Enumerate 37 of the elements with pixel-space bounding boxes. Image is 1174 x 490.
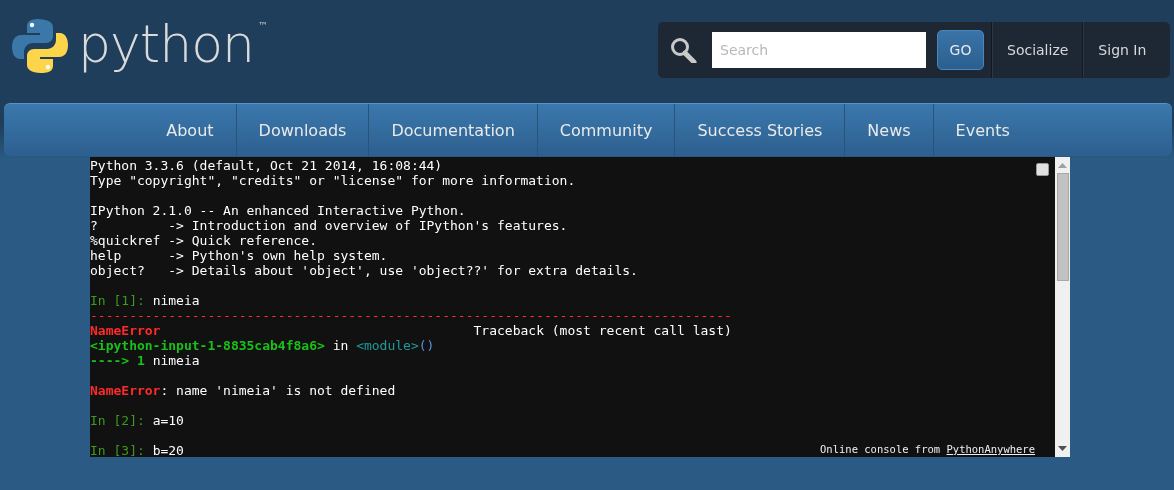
scroll-up-arrow-icon[interactable] — [1058, 163, 1067, 168]
credit-link[interactable]: PythonAnywhere — [946, 443, 1035, 455]
nav-link[interactable]: Documentation — [369, 104, 537, 156]
console-line: In [1]: nimeia — [90, 293, 200, 308]
console-line: IPython 2.1.0 -- An enhanced Interactive Python. — [90, 203, 466, 218]
nav-link[interactable]: Community — [537, 104, 675, 156]
nav-link[interactable]: Success Stories — [675, 104, 845, 156]
console-line: In [2]: a=10 — [90, 413, 184, 428]
console-line: NameError: name 'nimeia' is not defined — [90, 383, 396, 398]
python-logo-icon[interactable] — [10, 16, 70, 76]
console-line: Python 3.3.6 (default, Oct 21 2014, 16:08:44) — [90, 158, 443, 173]
console-line: ---------------------------------------------------------------------------------- — [90, 308, 732, 323]
console-line: object? -> Details about 'object', use 'object??' for extra details. — [90, 263, 638, 278]
scrollbar-thumb[interactable] — [1056, 173, 1069, 281]
credit-text: Online console from — [820, 443, 942, 455]
nav-link[interactable]: Downloads — [236, 104, 369, 156]
console-line: <ipython-input-1-8835cab4f8a6> in <module>() — [90, 338, 435, 353]
scrollbar[interactable] — [1055, 157, 1070, 457]
nav-link[interactable]: Events — [933, 104, 1032, 156]
scroll-down-arrow-icon[interactable] — [1058, 446, 1067, 451]
console-line: help -> Python's own help system. — [90, 248, 388, 263]
console-line: Type "copyright", "credits" or "license" for more information. — [90, 173, 576, 188]
search-icon — [670, 37, 698, 63]
console-line: ? -> Introduction and overview of IPython's features. — [90, 218, 568, 233]
header-link[interactable]: Socialize — [993, 42, 1083, 58]
search-field[interactable]: Search — [712, 32, 926, 68]
header-link[interactable]: Sign In — [1084, 42, 1160, 58]
logo-wordmark[interactable]: python — [78, 14, 254, 74]
console-line: ----> 1 nimeia — [90, 353, 200, 368]
go-button[interactable]: GO — [937, 30, 984, 70]
trademark-sign: ™ — [257, 20, 268, 31]
console-line: %quickref -> Quick reference. — [90, 233, 317, 248]
console-line: In [3]: b=20 — [90, 443, 184, 458]
square-icon — [1036, 163, 1049, 176]
nav-link[interactable]: About — [144, 104, 236, 156]
console-line: NameError Traceback (most recent call last) — [90, 323, 732, 338]
nav-link[interactable]: News — [845, 104, 933, 156]
